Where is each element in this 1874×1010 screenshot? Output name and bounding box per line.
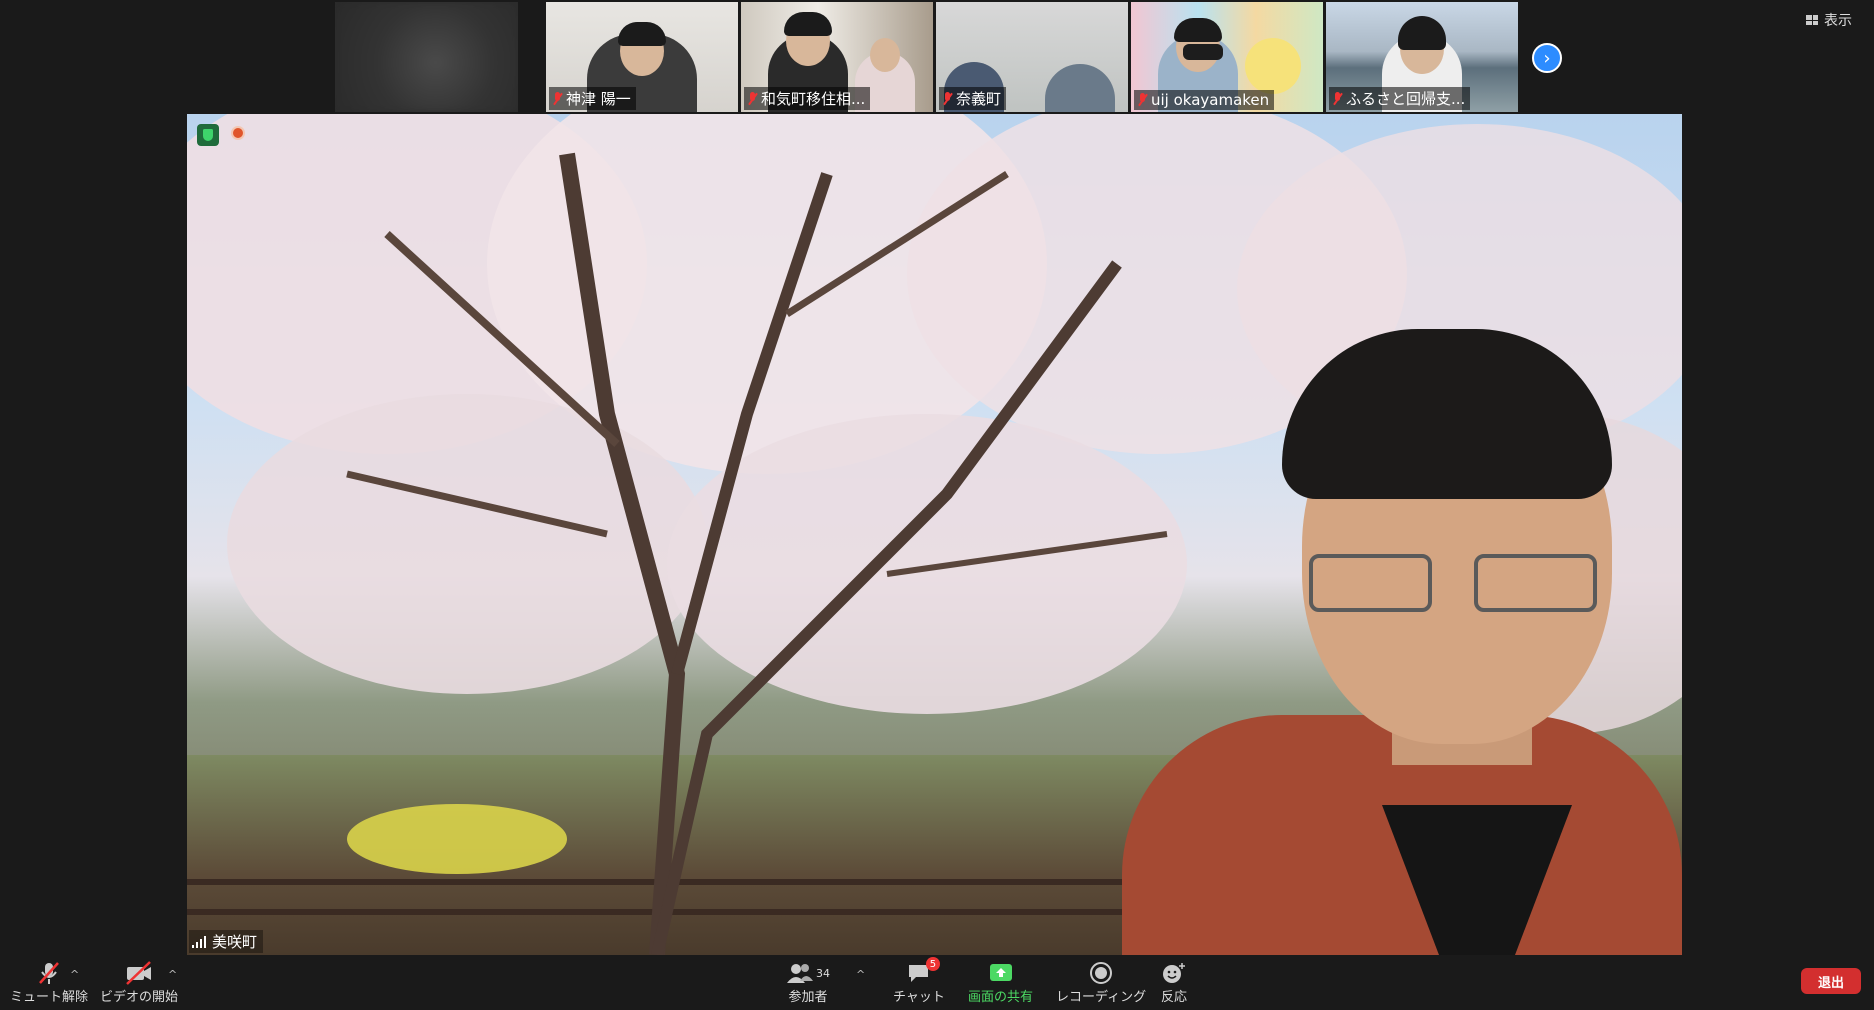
smiley-plus-icon [1160,960,1188,986]
participants-count: 34 [816,966,830,980]
participant-name-tag: ふるさと回帰支... [1329,87,1471,110]
view-button[interactable]: 表示 [1806,10,1852,30]
active-speaker-video: 美咲町 [187,114,1682,955]
share-screen-button[interactable]: 画面の共有 [968,960,1033,1005]
chevron-right-icon: › [1543,47,1551,69]
video-options-caret[interactable]: ^ [168,968,177,981]
participants-button[interactable]: 34 参加者 [786,960,830,1005]
unmute-button[interactable]: ミュート解除 [10,960,88,1005]
participant-tile[interactable]: 和気町移住相... [741,2,933,112]
chat-icon: 5 [906,957,940,986]
chat-button[interactable]: 5 チャット [893,957,945,1005]
next-page-button[interactable]: › [1532,43,1562,73]
reactions-button[interactable]: 反応 [1160,960,1188,1005]
record-button[interactable]: レコーディング [1056,960,1146,1005]
share-screen-icon [988,960,1014,986]
grid-icon [1806,15,1818,25]
participants-icon: 34 [786,960,830,986]
participant-name-tag: 奈義町 [939,87,1007,110]
participant-tile[interactable]: 神津 陽一 [546,2,738,112]
participant-name-tag: 神津 陽一 [549,87,636,110]
speaker-name-tag: 美咲町 [189,930,264,953]
mascot [1245,38,1301,94]
participant-tile[interactable]: uij okayamaken [1131,2,1323,112]
participant-tile[interactable]: ふるさと回帰支... [1326,2,1518,112]
participant-tile[interactable]: 奈義町 [936,2,1128,112]
meeting-toolbar: ミュート解除 ^ ビデオの開始 ^ 34 参加者 ^ 5 チャット 画面の共有 … [0,956,1874,1010]
mask [1183,44,1223,60]
mic-muted-icon [552,91,562,106]
recording-indicator-icon [231,126,245,140]
mic-muted-icon [36,960,62,986]
mic-muted-icon [747,91,757,106]
record-icon [1088,960,1114,986]
mic-muted-icon [1137,93,1147,107]
mic-muted-icon [1332,91,1342,106]
video-off-icon [124,960,154,986]
signal-strength-icon [192,935,206,948]
participant-tile-blurred[interactable] [335,2,518,112]
leave-meeting-button[interactable]: 退出 [1801,968,1861,994]
participant-name-tag: 和気町移住相... [744,87,871,110]
audio-options-caret[interactable]: ^ [70,968,79,981]
security-shield-icon[interactable] [197,124,219,146]
mic-muted-icon [942,91,952,106]
participant-name-tag: uij okayamaken [1134,90,1275,110]
start-video-button[interactable]: ビデオの開始 [100,960,178,1005]
chat-unread-badge: 5 [925,957,940,971]
participants-options-caret[interactable]: ^ [856,968,865,981]
view-label: 表示 [1824,13,1852,29]
